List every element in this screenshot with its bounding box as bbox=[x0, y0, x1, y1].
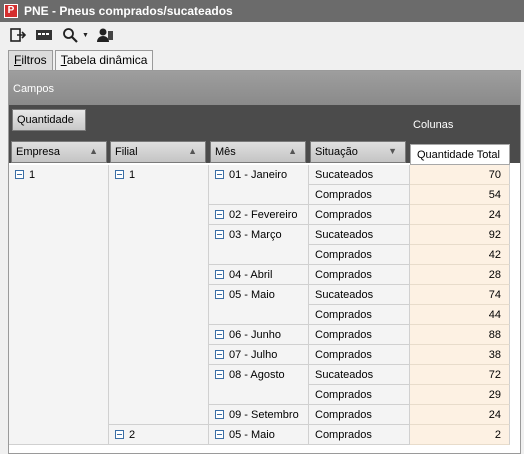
situacao-cell[interactable]: Comprados bbox=[309, 185, 410, 205]
collapse-icon[interactable] bbox=[215, 210, 224, 219]
situacao-cell[interactable]: Comprados bbox=[309, 245, 410, 265]
card-icon[interactable] bbox=[34, 25, 54, 45]
month-cell[interactable]: 03 - Março bbox=[209, 225, 309, 265]
filial-cell[interactable]: 1 bbox=[109, 165, 209, 425]
month-cell[interactable]: 07 - Julho bbox=[209, 345, 309, 365]
situacao-cell[interactable]: Comprados bbox=[309, 305, 410, 325]
tab-tabela-dinamica[interactable]: Tabela dinâmica bbox=[54, 50, 154, 70]
sort-asc-icon[interactable]: ▲ bbox=[288, 146, 297, 156]
quantidade-field-button[interactable]: Quantidade bbox=[12, 109, 86, 131]
value-cell[interactable]: 74 bbox=[410, 285, 510, 305]
collapse-icon[interactable] bbox=[215, 270, 224, 279]
sort-desc-icon[interactable]: ▼ bbox=[388, 146, 397, 156]
situacao-cell[interactable]: Comprados bbox=[309, 405, 410, 425]
situacao-cell[interactable]: Sucateados bbox=[309, 285, 410, 305]
search-icon[interactable] bbox=[60, 25, 80, 45]
exit-icon[interactable] bbox=[8, 25, 28, 45]
user-icon[interactable] bbox=[95, 25, 115, 45]
month-cell[interactable]: 09 - Setembro bbox=[209, 405, 309, 425]
colunas-label: Colunas bbox=[413, 119, 454, 131]
data-area: Quantidade Colunas bbox=[9, 105, 520, 141]
month-cell[interactable]: 02 - Fevereiro bbox=[209, 205, 309, 225]
value-cell[interactable]: 38 bbox=[410, 345, 510, 365]
collapse-icon[interactable] bbox=[215, 410, 224, 419]
collapse-icon[interactable] bbox=[215, 230, 224, 239]
value-cell[interactable]: 54 bbox=[410, 185, 510, 205]
value-cell[interactable]: 24 bbox=[410, 205, 510, 225]
pivot-body: 1 1 2 01 - Janeiro 02 - Fevereiro 03 - M… bbox=[9, 165, 520, 454]
month-cell[interactable]: 05 - Maio bbox=[209, 425, 309, 445]
collapse-icon[interactable] bbox=[215, 170, 224, 179]
collapse-icon[interactable] bbox=[215, 330, 224, 339]
pivot-grid: Campos Quantidade Colunas Empresa ▲ Filia… bbox=[8, 70, 521, 454]
situacao-cell[interactable]: Comprados bbox=[309, 385, 410, 405]
situacao-cell[interactable]: Comprados bbox=[309, 265, 410, 285]
collapse-icon[interactable] bbox=[115, 430, 124, 439]
value-cell[interactable]: 72 bbox=[410, 365, 510, 385]
month-cell[interactable]: 06 - Junho bbox=[209, 325, 309, 345]
value-cell[interactable]: 29 bbox=[410, 385, 510, 405]
collapse-icon[interactable] bbox=[15, 170, 24, 179]
situacao-cell[interactable]: Sucateados bbox=[309, 225, 410, 245]
value-cell[interactable]: 42 bbox=[410, 245, 510, 265]
sort-asc-icon[interactable]: ▲ bbox=[188, 146, 197, 156]
campos-area: Campos bbox=[9, 71, 520, 105]
filial-cell[interactable]: 2 bbox=[109, 425, 209, 445]
sort-asc-icon[interactable]: ▲ bbox=[89, 146, 98, 156]
window-title: PNE - Pneus comprados/sucateados bbox=[24, 4, 233, 18]
field-situacao[interactable]: Situação ▼ bbox=[310, 141, 406, 163]
month-cell[interactable]: 05 - Maio bbox=[209, 285, 309, 325]
situacao-cell[interactable]: Comprados bbox=[309, 325, 410, 345]
value-cell[interactable]: 88 bbox=[410, 325, 510, 345]
value-cell[interactable]: 92 bbox=[410, 225, 510, 245]
field-empresa[interactable]: Empresa ▲ bbox=[11, 141, 107, 163]
situacao-cell[interactable]: Sucateados bbox=[309, 365, 410, 385]
value-cell[interactable]: 2 bbox=[410, 425, 510, 445]
title-bar: P PNE - Pneus comprados/sucateados bbox=[0, 0, 524, 22]
collapse-icon[interactable] bbox=[115, 170, 124, 179]
situacao-cell[interactable]: Sucateados bbox=[309, 165, 410, 185]
situacao-cell[interactable]: Comprados bbox=[309, 345, 410, 365]
toolbar: ▼ bbox=[0, 22, 524, 48]
field-filial[interactable]: Filial ▲ bbox=[110, 141, 206, 163]
month-cell[interactable]: 04 - Abril bbox=[209, 265, 309, 285]
tab-filtros[interactable]: Filtros bbox=[8, 50, 53, 71]
situacao-cell[interactable]: Comprados bbox=[309, 425, 410, 445]
month-cell[interactable]: 01 - Janeiro bbox=[209, 165, 309, 205]
value-cell[interactable]: 70 bbox=[410, 165, 510, 185]
chevron-down-icon[interactable]: ▼ bbox=[82, 32, 89, 39]
field-mes[interactable]: Mês ▲ bbox=[210, 141, 306, 163]
empresa-cell[interactable]: 1 bbox=[9, 165, 109, 445]
tab-bar: Filtros Tabela dinâmica bbox=[8, 50, 155, 71]
app-icon: P bbox=[4, 4, 18, 18]
collapse-icon[interactable] bbox=[215, 370, 224, 379]
situacao-cell[interactable]: Comprados bbox=[309, 205, 410, 225]
collapse-icon[interactable] bbox=[215, 430, 224, 439]
month-cell[interactable]: 08 - Agosto bbox=[209, 365, 309, 405]
campos-label: Campos bbox=[13, 83, 54, 95]
value-cell[interactable]: 44 bbox=[410, 305, 510, 325]
value-cell[interactable]: 28 bbox=[410, 265, 510, 285]
column-header-quantidade-total[interactable]: Quantidade Total bbox=[410, 144, 510, 165]
collapse-icon[interactable] bbox=[215, 290, 224, 299]
collapse-icon[interactable] bbox=[215, 350, 224, 359]
value-cell[interactable]: 24 bbox=[410, 405, 510, 425]
